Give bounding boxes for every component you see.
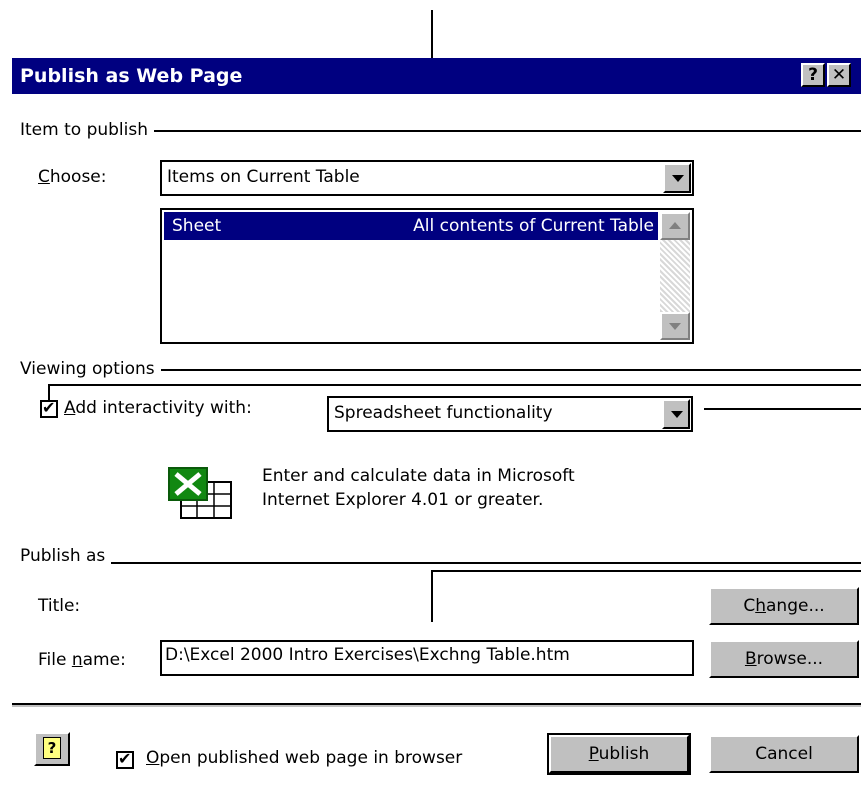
publish-as-divider	[20, 562, 861, 564]
interactivity-dropdown[interactable]: Spreadsheet functionality	[327, 396, 693, 432]
close-button[interactable]: ✕	[827, 63, 851, 87]
list-item-name: Sheet	[172, 216, 222, 236]
list-item-description: All contents of Current Table	[413, 216, 654, 236]
cancel-button[interactable]: Cancel	[709, 735, 859, 773]
add-interactivity-label: Add interactivity with:	[64, 398, 252, 418]
file-name-input[interactable]	[165, 645, 685, 665]
help-title-button[interactable]: ?	[801, 63, 825, 87]
question-mark-icon: ?	[43, 737, 61, 759]
list-item[interactable]: Sheet All contents of Current Table	[164, 212, 658, 240]
publish-items-list[interactable]: Sheet All contents of Current Table	[160, 208, 694, 344]
publish-button[interactable]: Publish	[547, 733, 691, 775]
file-name-field[interactable]	[160, 640, 694, 676]
callout-line-interactivity	[48, 384, 861, 386]
choose-dropdown[interactable]: Items on Current Table	[160, 160, 694, 196]
chevron-down-icon[interactable]	[663, 163, 691, 193]
list-scrollbar[interactable]	[660, 212, 690, 340]
choose-label: Choose:	[38, 167, 107, 187]
title-label: Title:	[38, 596, 81, 616]
choose-dropdown-value: Items on Current Table	[167, 167, 360, 187]
scroll-down-icon[interactable]	[660, 312, 690, 340]
callout-line-dropdown	[704, 408, 861, 410]
title-bar: Publish as Web Page ? ✕	[12, 58, 861, 94]
cancel-button-label: Cancel	[755, 744, 813, 764]
interactivity-dropdown-value: Spreadsheet functionality	[334, 403, 553, 423]
item-to-publish-label: Item to publish	[20, 120, 155, 140]
chevron-down-icon[interactable]	[662, 399, 690, 429]
browse-button[interactable]: Browse...	[709, 640, 859, 678]
viewing-options-label: Viewing options	[20, 359, 161, 379]
publish-as-label: Publish as	[20, 546, 112, 566]
open-in-browser-label: Open published web page in browser	[146, 748, 463, 768]
callout-line-title	[431, 570, 861, 572]
callout-line-title-vertical	[431, 570, 433, 622]
file-name-label: File name:	[38, 650, 126, 670]
interactivity-description-line1: Enter and calculate data in Microsoft	[262, 466, 575, 486]
interactivity-description-line2: Internet Explorer 4.01 or greater.	[262, 490, 544, 510]
footer-separator-highlight	[12, 705, 861, 707]
add-interactivity-checkbox[interactable]	[40, 398, 58, 418]
excel-spreadsheet-icon	[168, 467, 232, 519]
open-in-browser-checkbox[interactable]	[116, 749, 134, 769]
help-button[interactable]: ?	[34, 732, 70, 766]
dialog-title: Publish as Web Page	[20, 65, 243, 87]
close-icon: ✕	[831, 65, 847, 85]
scroll-up-icon[interactable]	[660, 212, 690, 240]
change-title-button[interactable]: Change...	[709, 587, 859, 625]
